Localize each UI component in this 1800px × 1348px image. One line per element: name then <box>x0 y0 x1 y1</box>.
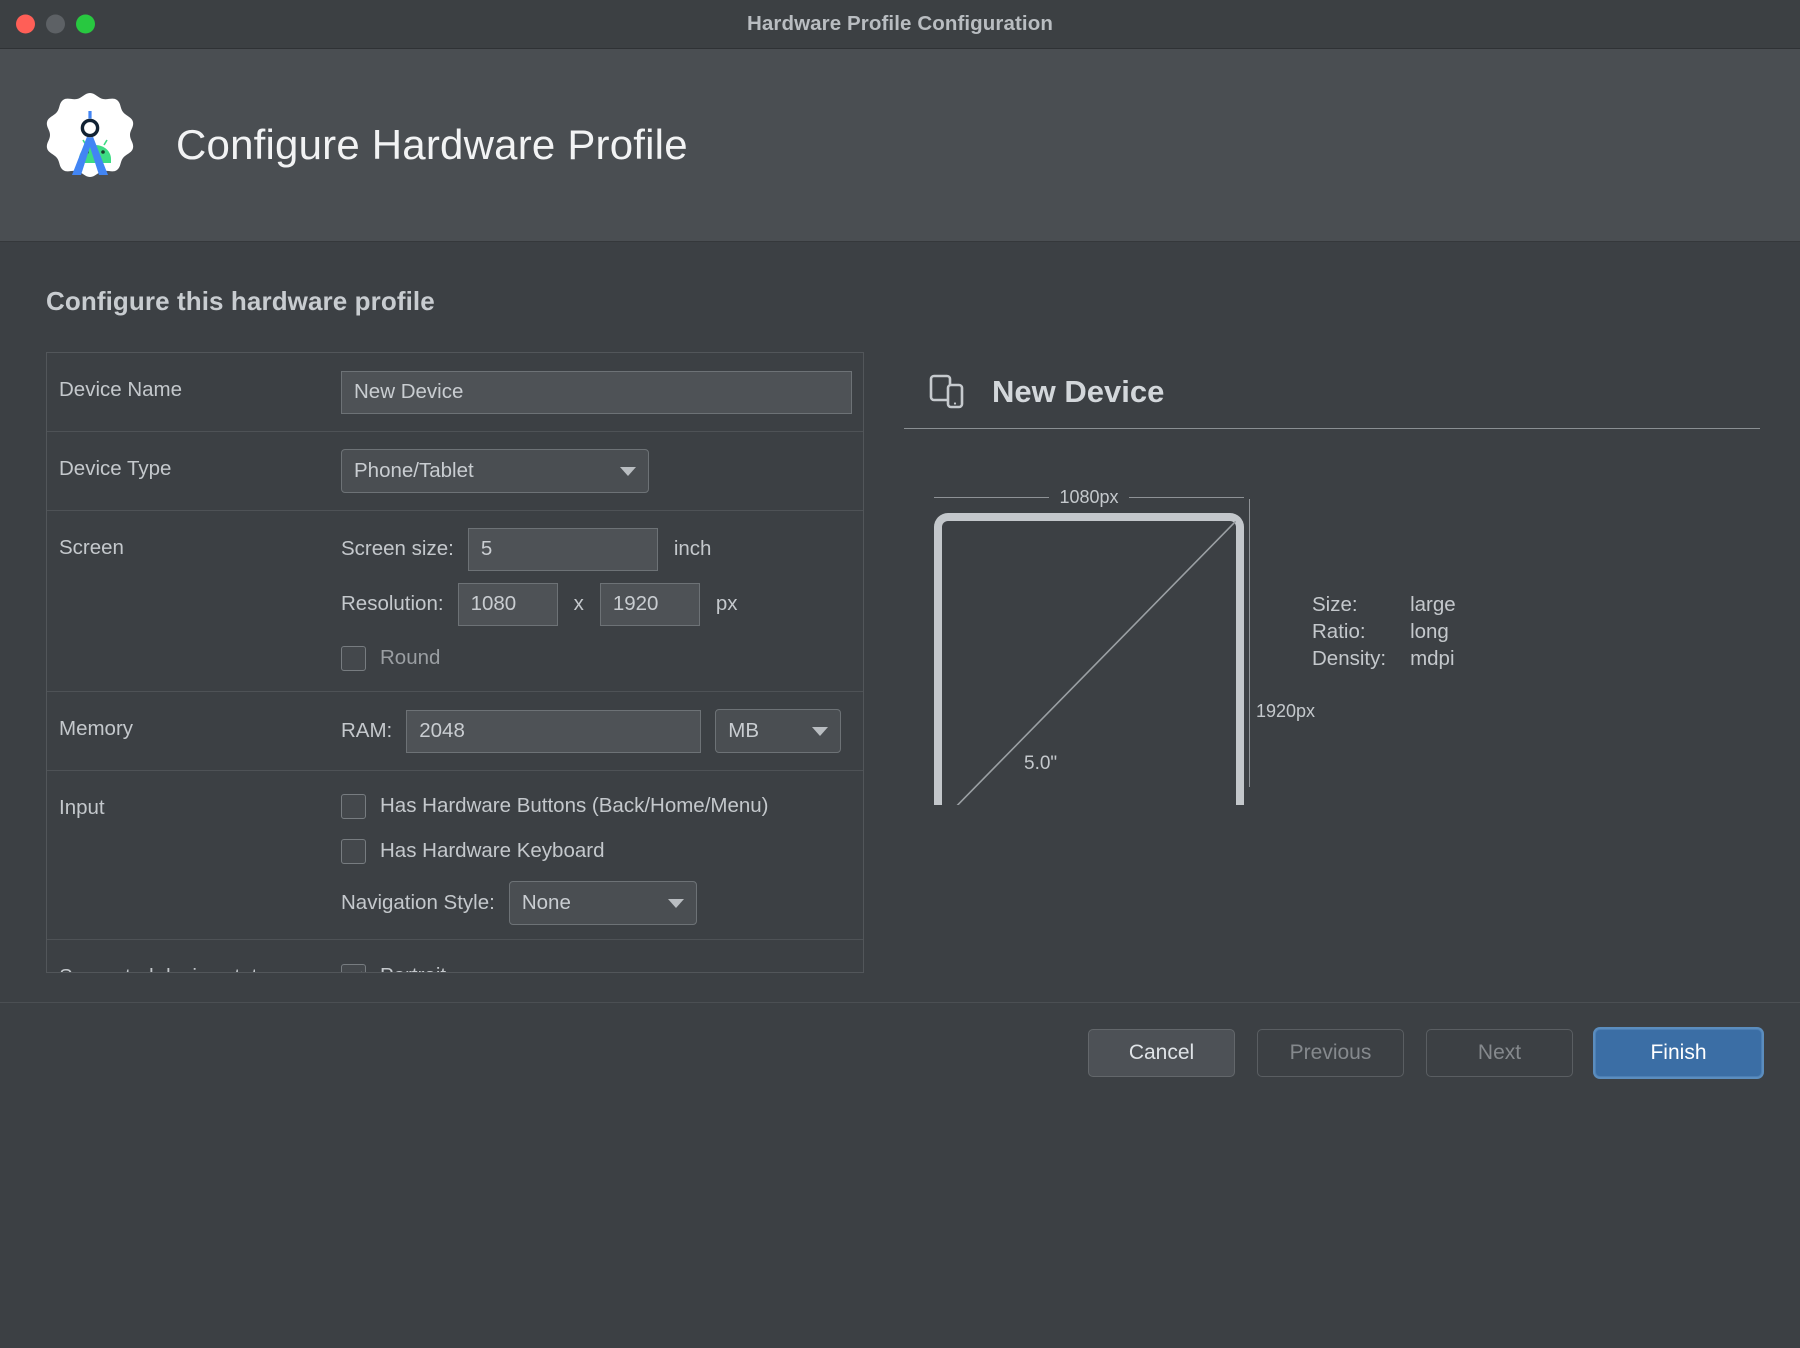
previous-button[interactable]: Previous <box>1257 1029 1404 1077</box>
screen-size-unit: inch <box>674 537 712 561</box>
navigation-style-dropdown[interactable]: None <box>509 881 697 925</box>
width-dimension-label: 1080px <box>1049 487 1128 508</box>
height-dimension-line <box>1249 499 1250 787</box>
window-titlebar: Hardware Profile Configuration <box>0 0 1800 49</box>
traffic-lights <box>16 15 95 34</box>
device-specs: Size: large Ratio: long Density: mdpi <box>1312 591 1456 672</box>
portrait-label: Portrait <box>380 964 446 973</box>
form-row-input: Input Has Hardware Buttons (Back/Home/Me… <box>47 771 863 940</box>
portrait-row[interactable]: Portrait <box>341 957 863 973</box>
device-states-label: Supported device states <box>59 940 341 973</box>
round-checkbox-row[interactable]: Round <box>341 639 863 677</box>
form-row-device-states: Supported device states Portrait <box>47 940 863 973</box>
round-checkbox[interactable] <box>341 646 366 671</box>
form-row-device-type: Device Type Phone/Tablet <box>47 432 863 511</box>
spec-value-density: mdpi <box>1410 645 1456 672</box>
android-studio-logo-icon <box>36 91 144 199</box>
diagonal-label: 5.0" <box>1018 751 1063 777</box>
hardware-buttons-checkbox[interactable] <box>341 794 366 819</box>
device-outline-wrap: 1080px 5.0" <box>934 487 1244 805</box>
chevron-down-icon <box>620 467 636 476</box>
ram-unit-value: MB <box>728 719 786 743</box>
hardware-profile-form: Device Name Device Type Phone/Tablet <box>46 352 864 973</box>
spec-key-ratio: Ratio: <box>1312 618 1410 645</box>
wizard-header: Configure Hardware Profile <box>0 49 1800 242</box>
height-dimension-label: 1920px <box>1256 701 1315 722</box>
form-row-device-name: Device Name <box>47 353 863 432</box>
device-name-label: Device Name <box>59 353 341 403</box>
device-type-dropdown[interactable]: Phone/Tablet <box>341 449 649 493</box>
spec-key-size: Size: <box>1312 591 1410 618</box>
close-window-button[interactable] <box>16 15 35 34</box>
resolution-height-input[interactable] <box>600 583 700 626</box>
device-name-input[interactable] <box>341 371 852 414</box>
wizard-footer: Cancel Previous Next Finish <box>0 1002 1800 1103</box>
spec-key-density: Density: <box>1312 645 1410 672</box>
hardware-keyboard-row[interactable]: Has Hardware Keyboard <box>341 832 863 870</box>
hardware-keyboard-checkbox[interactable] <box>341 839 366 864</box>
round-label: Round <box>380 646 440 670</box>
spec-row-size: Size: large <box>1312 591 1456 618</box>
minimize-window-button[interactable] <box>46 15 65 34</box>
finish-button[interactable]: Finish <box>1595 1029 1762 1077</box>
window-title: Hardware Profile Configuration <box>0 12 1800 36</box>
spec-value-ratio: long <box>1410 618 1456 645</box>
resolution-label: Resolution: <box>341 592 444 616</box>
resolution-separator: x <box>574 592 584 616</box>
screen-label: Screen <box>59 511 341 561</box>
preview-header: New Device <box>904 356 1760 428</box>
step-title: Configure this hardware profile <box>46 286 1760 317</box>
memory-label: Memory <box>59 692 341 742</box>
input-label: Input <box>59 771 341 821</box>
form-row-screen: Screen Screen size: inch Resolution: x p… <box>47 511 863 692</box>
hardware-buttons-row[interactable]: Has Hardware Buttons (Back/Home/Menu) <box>341 787 863 825</box>
navigation-style-value: None <box>522 891 642 915</box>
spec-row-ratio: Ratio: long <box>1312 618 1456 645</box>
device-type-label: Device Type <box>59 432 341 482</box>
phone-tablet-icon <box>928 372 968 412</box>
resolution-width-input[interactable] <box>458 583 558 626</box>
screen-size-label: Screen size: <box>341 537 454 561</box>
spec-value-size: large <box>1410 591 1456 618</box>
preview-device-name: New Device <box>992 374 1164 410</box>
zoom-window-button[interactable] <box>76 15 95 34</box>
resolution-unit: px <box>716 592 738 616</box>
diagonal-line-wrap <box>942 521 1236 805</box>
form-row-memory: Memory RAM: MB <box>47 692 863 771</box>
ram-label: RAM: <box>341 719 392 743</box>
screen-size-input[interactable] <box>468 528 658 571</box>
device-outline: 5.0" <box>934 513 1244 805</box>
chevron-down-icon <box>812 727 828 736</box>
hardware-keyboard-label: Has Hardware Keyboard <box>380 839 604 863</box>
ram-input[interactable] <box>406 710 701 753</box>
hardware-buttons-label: Has Hardware Buttons (Back/Home/Menu) <box>380 794 769 818</box>
wizard-title: Configure Hardware Profile <box>176 121 688 169</box>
device-diagram: 1080px 5.0" 1920px <box>904 429 1760 909</box>
cancel-button[interactable]: Cancel <box>1088 1029 1235 1077</box>
chevron-down-icon <box>668 899 684 908</box>
wizard-body: Configure this hardware profile Device N… <box>0 242 1800 1103</box>
spec-row-density: Density: mdpi <box>1312 645 1456 672</box>
portrait-checkbox[interactable] <box>341 964 366 974</box>
ram-unit-dropdown[interactable]: MB <box>715 709 841 753</box>
device-type-value: Phone/Tablet <box>354 459 594 483</box>
width-dimension: 1080px <box>934 487 1244 507</box>
device-preview-panel: New Device 1080px 5.0" <box>904 352 1760 909</box>
next-button[interactable]: Next <box>1426 1029 1573 1077</box>
navigation-style-label: Navigation Style: <box>341 891 495 915</box>
